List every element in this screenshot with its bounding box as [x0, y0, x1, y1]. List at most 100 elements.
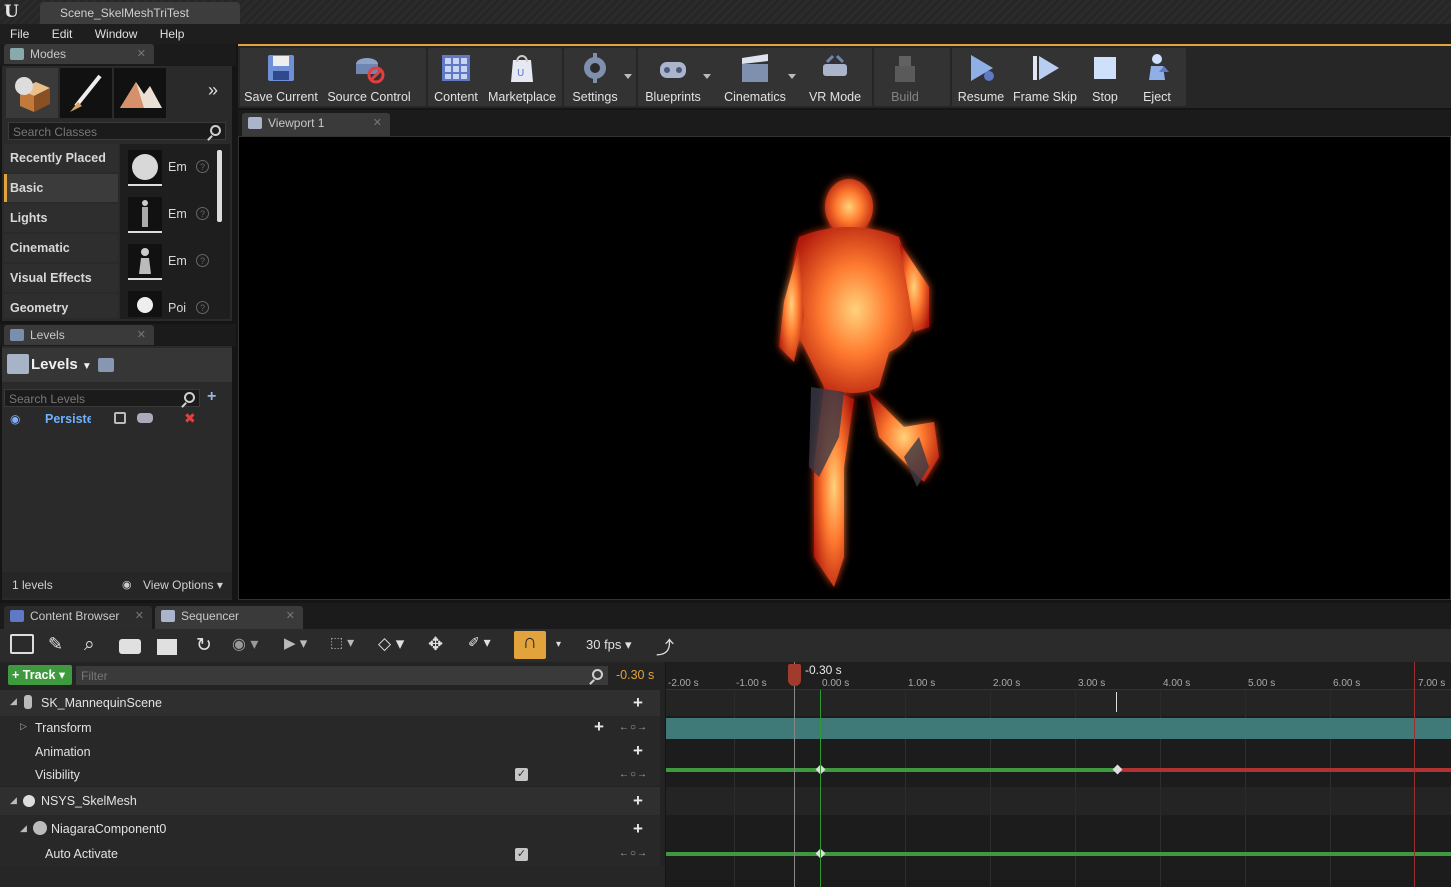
- settings-button[interactable]: Settings: [564, 48, 632, 106]
- chevron-down-icon[interactable]: [624, 74, 632, 79]
- placeable-item[interactable]: Em ?: [126, 150, 216, 190]
- category-lights[interactable]: Lights: [4, 204, 118, 232]
- playhead-handle[interactable]: [788, 664, 801, 686]
- track-row[interactable]: ◢ SK_MannequinScene +: [0, 690, 660, 716]
- category-recently-placed[interactable]: Recently Placed: [4, 144, 118, 172]
- save-icon[interactable]: [10, 634, 34, 654]
- eye-icon[interactable]: ◉ ▾: [232, 634, 258, 658]
- playhead-line[interactable]: [794, 662, 795, 887]
- category-cinematic[interactable]: Cinematic: [4, 234, 118, 262]
- expand-arrow-icon[interactable]: ▷: [20, 721, 27, 732]
- transform-section[interactable]: [666, 718, 1451, 739]
- landscape-mode-button[interactable]: [114, 68, 166, 118]
- search-levels-input[interactable]: Search Levels: [4, 389, 200, 407]
- track-row[interactable]: ◢ NiagaraComponent0 +: [0, 815, 660, 842]
- cinematics-button[interactable]: Cinematics: [718, 48, 796, 106]
- category-visual-effects[interactable]: Visual Effects: [4, 264, 118, 292]
- close-icon[interactable]: ✕: [137, 328, 146, 341]
- lock-icon[interactable]: [114, 412, 126, 424]
- visibility-checkbox[interactable]: ✓: [515, 768, 528, 781]
- playback-start-marker[interactable]: [820, 690, 821, 887]
- filter-input[interactable]: Filter: [76, 666, 608, 685]
- level-tab[interactable]: Scene_SkelMeshTriTest: [40, 2, 240, 24]
- category-geometry[interactable]: Geometry: [4, 294, 118, 318]
- collapse-arrow-icon[interactable]: ◢: [10, 795, 17, 806]
- track-row[interactable]: Visibility ✓ ←○→: [0, 764, 660, 786]
- key-diamond-icon[interactable]: ◇ ▾: [378, 634, 404, 658]
- help-icon[interactable]: ?: [196, 207, 209, 220]
- add-icon[interactable]: +: [633, 791, 643, 811]
- camera-icon[interactable]: [119, 639, 141, 654]
- refresh-icon[interactable]: ↻: [196, 634, 212, 658]
- view-options-button[interactable]: View Options ▾: [143, 578, 223, 592]
- menu-file[interactable]: File: [10, 27, 29, 41]
- close-icon[interactable]: ✕: [286, 609, 295, 622]
- brush-icon[interactable]: ✐ ▾: [468, 634, 491, 658]
- add-track-button[interactable]: + Track ▾: [8, 665, 72, 685]
- chevron-down-icon[interactable]: ▾: [556, 639, 561, 663]
- save-as-icon[interactable]: ✎: [48, 634, 63, 658]
- help-icon[interactable]: ?: [196, 160, 209, 173]
- tab-levels[interactable]: Levels ✕: [4, 325, 154, 345]
- source-control-button[interactable]: Source Control: [324, 48, 503, 106]
- close-icon[interactable]: ✕: [373, 116, 382, 129]
- content-button[interactable]: Content: [428, 48, 484, 106]
- level-row[interactable]: ◉ Persiste ✖: [4, 410, 228, 428]
- close-icon[interactable]: ✕: [137, 47, 146, 60]
- keyframe[interactable]: [1112, 764, 1123, 775]
- menu-help[interactable]: Help: [160, 27, 185, 41]
- search-icon[interactable]: ⌕: [84, 634, 95, 658]
- selection-icon[interactable]: ⬚ ▾: [330, 634, 354, 658]
- stop-button[interactable]: Stop: [1080, 48, 1130, 106]
- chevron-down-icon[interactable]: [788, 74, 796, 79]
- save-current-button[interactable]: Save Current: [240, 48, 322, 106]
- help-icon[interactable]: ?: [196, 301, 209, 314]
- curve-editor-icon[interactable]: ⤴: [656, 634, 674, 658]
- clapperboard-icon[interactable]: [157, 639, 177, 655]
- help-icon[interactable]: ?: [196, 254, 209, 267]
- add-icon[interactable]: +: [633, 741, 643, 761]
- fps-selector[interactable]: 30 fps ▾: [586, 637, 632, 661]
- gamepad-icon[interactable]: [137, 413, 153, 423]
- play-options-icon[interactable]: ▶ ▾: [284, 634, 307, 658]
- placeable-item[interactable]: Poi ?: [126, 291, 216, 317]
- key-navigation-icon[interactable]: ←○→: [619, 848, 648, 859]
- menu-window[interactable]: Window: [95, 27, 138, 41]
- auto-activate-segment[interactable]: [666, 852, 1451, 856]
- track-row[interactable]: ▷ Transform + ←○→: [0, 716, 660, 740]
- placeable-scrollbar[interactable]: [217, 150, 222, 222]
- marketplace-button[interactable]: U Marketplace: [484, 48, 560, 106]
- remove-level-icon[interactable]: ✖: [184, 410, 196, 427]
- frame-skip-button[interactable]: Frame Skip: [1010, 48, 1080, 106]
- auto-activate-checkbox[interactable]: ✓: [515, 848, 528, 861]
- resume-button[interactable]: Resume: [952, 48, 1010, 106]
- current-time-readout[interactable]: -0.30 s: [616, 668, 654, 682]
- placeable-item[interactable]: Em ?: [126, 244, 216, 284]
- add-level-icon[interactable]: +: [207, 388, 216, 406]
- visibility-eye-icon[interactable]: ◉: [10, 412, 20, 426]
- key-navigation-icon[interactable]: ←○→: [619, 722, 648, 733]
- paint-mode-button[interactable]: [60, 68, 112, 118]
- playback-end-marker[interactable]: [1414, 662, 1415, 887]
- level-details-icon[interactable]: [98, 358, 114, 372]
- snap-magnet-icon[interactable]: ∩: [514, 631, 546, 659]
- category-basic[interactable]: Basic: [4, 174, 118, 202]
- blueprints-button[interactable]: Blueprints: [638, 48, 711, 106]
- key-navigation-icon[interactable]: ←○→: [619, 769, 648, 780]
- build-button[interactable]: Build: [874, 48, 936, 106]
- placeable-item[interactable]: Em ?: [126, 197, 216, 237]
- tab-viewport[interactable]: Viewport 1 ✕: [242, 113, 390, 136]
- transform-icon[interactable]: ✥: [428, 634, 443, 658]
- tab-modes[interactable]: Modes ✕: [4, 44, 154, 64]
- tab-sequencer[interactable]: Sequencer ✕: [155, 606, 303, 629]
- track-row[interactable]: ◢ NSYS_SkelMesh +: [0, 787, 660, 815]
- levels-menu-button[interactable]: Levels ▼: [31, 356, 92, 373]
- tab-content-browser[interactable]: Content Browser ✕: [4, 606, 152, 629]
- vr-mode-button[interactable]: VR Mode: [802, 48, 868, 106]
- add-icon[interactable]: +: [594, 717, 604, 737]
- eject-button[interactable]: Eject: [1132, 48, 1182, 106]
- more-modes-icon[interactable]: »: [208, 80, 218, 101]
- place-mode-button[interactable]: [6, 68, 58, 118]
- search-classes-input[interactable]: Search Classes: [8, 122, 226, 140]
- visibility-false-segment[interactable]: [1119, 768, 1451, 772]
